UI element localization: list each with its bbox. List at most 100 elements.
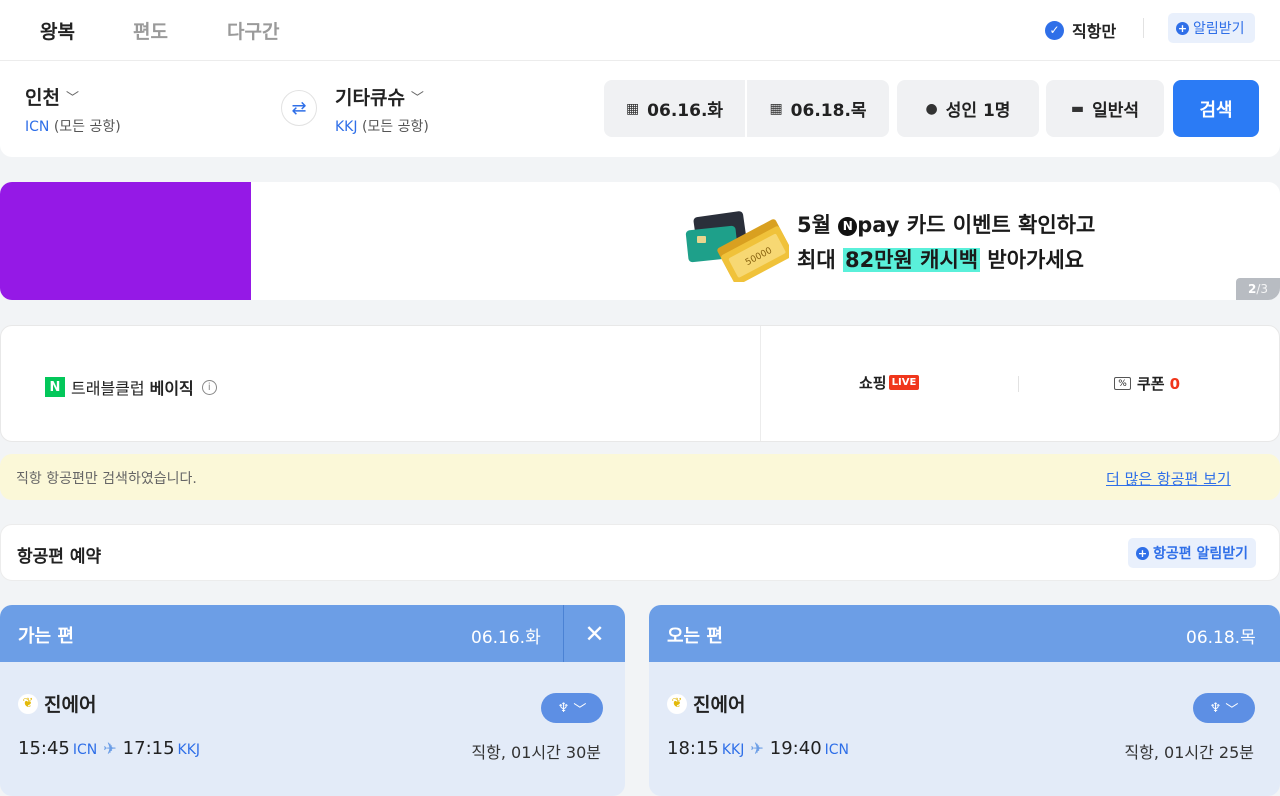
inbound-times: 18:15 KKJ ✈ 19:40 ICN: [667, 738, 849, 759]
info-icon[interactable]: i: [201, 379, 217, 395]
butterfly-logo-icon: ❦: [18, 693, 38, 714]
inbound-depart-time: 18:15: [667, 738, 719, 759]
outbound-airline: ❦ 진에어: [18, 690, 96, 717]
search-panel: 인천 ﹀ ICN (모든 공항) ⇄ 기타큐슈 ﹀ KKJ (모든 공항) ▦ …: [0, 61, 1280, 157]
destination-suffix: (모든 공항): [361, 119, 429, 135]
swap-icon: ⇄: [291, 97, 307, 119]
pager-total: /3: [1256, 282, 1269, 296]
check-icon: ✓: [1045, 20, 1064, 40]
inbound-duration: 직항, 01시간 25분: [1124, 743, 1254, 762]
inbound-date: 06.18.목: [1186, 628, 1256, 648]
travel-club-label: 트래블클럽: [71, 379, 145, 398]
cabin-class-label: 일반석: [1092, 101, 1140, 121]
depart-date-label: 06.16.화: [647, 101, 724, 121]
direct-only-checkbox[interactable]: ✓ 직항만: [1045, 18, 1116, 42]
npay-logo-icon: N: [838, 217, 858, 236]
alert-button-label: 알림받기: [1193, 21, 1245, 37]
more-flights-link[interactable]: 더 많은 항공편 보기: [1106, 468, 1231, 489]
banner-side-panel: [0, 182, 251, 300]
outbound-depart-code: ICN: [72, 742, 98, 758]
travel-club-status[interactable]: N 트래블클럽 베이직 i: [45, 375, 217, 399]
travel-club-tier: 베이직: [149, 379, 194, 398]
divider: [1018, 376, 1019, 392]
return-date-button[interactable]: ▦ 06.18.목: [747, 80, 889, 137]
outbound-duration: 직항, 01시간 30분: [471, 743, 601, 762]
divider: [1143, 18, 1144, 38]
depart-date-button[interactable]: ▦ 06.16.화: [604, 80, 745, 137]
meal-filter-button[interactable]: ♆ ﹀: [1193, 693, 1255, 723]
cards-cash-illustration: 50000: [685, 211, 789, 282]
booking-header: 항공편 예약 + 항공편 알림받기: [0, 524, 1280, 581]
origin-suffix: (모든 공항): [53, 119, 121, 135]
passengers-label: 성인 1명: [945, 101, 1011, 121]
direct-only-label: 직항만: [1072, 22, 1117, 41]
close-icon: ✕: [584, 619, 605, 648]
calendar-icon: ▦: [625, 100, 640, 117]
inbound-airline: ❦ 진에어: [667, 690, 745, 717]
chevron-down-icon: ﹀: [65, 91, 79, 106]
banner-highlight: 82만원 캐시백: [842, 248, 981, 272]
coupon-link[interactable]: % 쿠폰 0: [1114, 373, 1180, 394]
pager-current: 2: [1247, 282, 1257, 296]
utensils-icon: ♆: [1209, 700, 1222, 716]
plane-icon: ✈: [103, 739, 117, 758]
banner-message: 5월 Npay 카드 이벤트 확인하고 최대 82만원 캐시백 받아가세요: [797, 208, 1095, 278]
outbound-times: 15:45 ICN ✈ 17:15 KKJ: [18, 738, 200, 759]
inbound-header: 오는 편 06.18.목: [649, 605, 1280, 662]
divider: [760, 326, 761, 441]
plane-icon: ✈: [750, 739, 764, 758]
origin-city: 인천: [25, 87, 60, 109]
inbound-flight-card[interactable]: 오는 편 06.18.목 ❦ 진에어 ♆ ﹀ 18:15 KKJ ✈ 19:40…: [649, 605, 1280, 796]
plus-icon: +: [1136, 546, 1149, 560]
chevron-down-icon: ﹀: [573, 702, 587, 718]
seat-icon: ▬: [1070, 100, 1085, 117]
outbound-arrive-code: KKJ: [177, 742, 201, 758]
outbound-flight-card[interactable]: 가는 편 06.16.화 ✕ ❦ 진에어 ♆ ﹀ 15:45 ICN ✈ 17:…: [0, 605, 625, 796]
cabin-class-button[interactable]: ▬ 일반석: [1046, 80, 1164, 137]
banner-line1-prefix: 5월: [797, 213, 831, 237]
close-button[interactable]: ✕: [563, 605, 625, 662]
naver-logo-icon: N: [45, 377, 65, 397]
outbound-arrive-time: 17:15: [122, 738, 175, 759]
origin-selector[interactable]: 인천 ﹀ ICN (모든 공항): [25, 83, 121, 136]
banner-brand: pay: [857, 213, 900, 237]
coupon-icon: %: [1114, 377, 1131, 390]
meal-filter-button[interactable]: ♆ ﹀: [541, 693, 603, 723]
promo-banner[interactable]: 50000 5월 Npay 카드 이벤트 확인하고 최대 82만원 캐시백 받아…: [0, 182, 1280, 300]
person-icon: ●: [925, 100, 938, 117]
outbound-header: 가는 편 06.16.화 ✕: [0, 605, 625, 662]
trip-type-bar: 왕복 편도 다구간 ✓ 직항만 + 알림받기: [0, 0, 1280, 61]
inbound-direction: 오는 편: [667, 626, 723, 647]
tab-one-way[interactable]: 편도: [133, 17, 168, 44]
flight-alert-button[interactable]: + 항공편 알림받기: [1128, 538, 1257, 568]
destination-selector[interactable]: 기타큐슈 ﹀ KKJ (모든 공항): [335, 83, 429, 136]
butterfly-logo-icon: ❦: [667, 693, 687, 714]
tab-round-trip[interactable]: 왕복: [40, 17, 75, 44]
outbound-direction: 가는 편: [18, 626, 74, 647]
plus-icon: +: [1176, 21, 1189, 35]
outbound-depart-time: 15:45: [18, 738, 70, 759]
swap-airports-button[interactable]: ⇄: [281, 90, 317, 126]
banner-line2-suffix: 받아가세요: [987, 248, 1085, 272]
shopping-live-link[interactable]: 쇼핑 LIVE: [859, 372, 920, 393]
outbound-airline-name: 진에어: [44, 694, 97, 716]
membership-panel: N 트래블클럽 베이직 i 쇼핑 LIVE % 쿠폰 0: [0, 325, 1280, 442]
inbound-depart-code: KKJ: [721, 742, 745, 758]
tab-multi-city[interactable]: 다구간: [227, 17, 279, 44]
flight-alert-label: 항공편 알림받기: [1153, 546, 1249, 562]
banner-pager: 2/3: [1236, 278, 1280, 300]
origin-code: ICN: [25, 119, 50, 135]
coupon-count: 0: [1169, 374, 1181, 393]
destination-city: 기타큐슈: [335, 87, 405, 109]
alert-button[interactable]: + 알림받기: [1168, 13, 1255, 43]
destination-code: KKJ: [335, 119, 358, 135]
return-date-label: 06.18.목: [790, 101, 867, 121]
banner-line1-suffix: 카드 이벤트 확인하고: [906, 213, 1096, 237]
passengers-button[interactable]: ● 성인 1명: [897, 80, 1039, 137]
utensils-icon: ♆: [557, 700, 570, 716]
coupon-label: 쿠폰: [1137, 375, 1165, 393]
search-button[interactable]: 검색: [1173, 80, 1259, 137]
banner-line2-prefix: 최대: [797, 248, 836, 272]
inbound-arrive-time: 19:40: [769, 738, 822, 759]
chevron-down-icon: ﹀: [1225, 702, 1239, 718]
